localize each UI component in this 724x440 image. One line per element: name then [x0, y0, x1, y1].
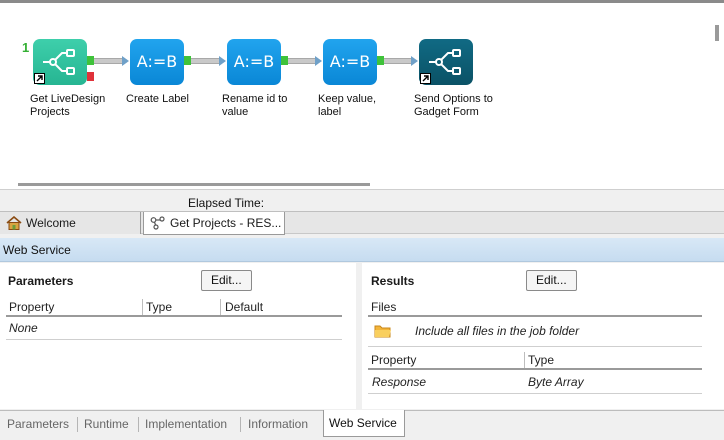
workflow-icon — [150, 216, 165, 230]
node-graph-icon — [43, 49, 75, 75]
parameters-grid-header: Property Type Default — [6, 297, 342, 317]
input-port[interactable] — [122, 56, 129, 66]
output-port[interactable] — [184, 56, 191, 65]
shortcut-arrow-icon — [420, 73, 431, 84]
output-port[interactable] — [87, 56, 94, 65]
node-label: Send Options to Gadget Form — [414, 93, 493, 118]
bottom-tabs: Parameters Runtime Implementation Inform… — [0, 410, 724, 440]
node-label: Keep value, label — [318, 93, 377, 118]
error-port[interactable] — [87, 72, 94, 81]
tab-runtime[interactable]: Runtime — [84, 417, 129, 431]
tab-parameters[interactable]: Parameters — [7, 417, 69, 431]
parameters-panel: Parameters Edit... Property Type Default… — [0, 263, 356, 409]
step-number: 1 — [22, 40, 30, 55]
files-row-label: Include all files in the job folder — [415, 324, 580, 338]
column-header-property[interactable]: Property — [371, 353, 416, 367]
shortcut-arrow-icon — [34, 73, 45, 84]
input-port[interactable] — [411, 56, 418, 66]
parameters-title: Parameters — [8, 274, 74, 288]
table-row-property[interactable]: Response — [372, 375, 426, 389]
results-edit-button[interactable]: Edit... — [526, 270, 577, 291]
output-port[interactable] — [281, 56, 288, 65]
table-row[interactable]: None — [9, 321, 38, 335]
results-panel: Results Edit... Files Include all files … — [362, 263, 724, 409]
table-row-type[interactable]: Byte Array — [528, 375, 584, 389]
results-title: Results — [371, 274, 415, 288]
column-header-type[interactable]: Type — [146, 300, 172, 314]
tab-web-service[interactable]: Web Service — [323, 410, 405, 437]
tab-welcome[interactable]: Welcome — [0, 212, 141, 234]
section-header: Web Service — [0, 238, 724, 262]
tab-information[interactable]: Information — [248, 417, 308, 431]
tab-get-projects[interactable]: Get Projects - RES... — [143, 212, 285, 235]
column-header-default[interactable]: Default — [225, 300, 263, 314]
node-graph-icon — [429, 49, 461, 75]
tab-implementation[interactable]: Implementation — [145, 417, 227, 431]
connector — [191, 58, 219, 64]
node-send-options[interactable] — [419, 39, 473, 85]
output-port[interactable] — [377, 56, 384, 65]
home-icon — [6, 216, 22, 230]
node-rename-id[interactable]: A:=B — [227, 39, 281, 85]
node-keep-value-label[interactable]: A:=B — [323, 39, 377, 85]
horizontal-scrollbar[interactable] — [18, 183, 370, 186]
input-port[interactable] — [315, 56, 322, 66]
connector — [384, 58, 411, 64]
folder-icon — [374, 325, 391, 338]
tab-get-projects-label: Get Projects - RES... — [170, 216, 282, 230]
vertical-scrollbar[interactable] — [715, 25, 719, 41]
workflow-canvas[interactable]: 1 A:=B A:=B A:=B Get LiveDesign Projects… — [0, 0, 724, 190]
document-tabs: Welcome Get Projects - RES... — [0, 211, 724, 235]
column-header-property[interactable]: Property — [9, 300, 54, 314]
input-port[interactable] — [219, 56, 226, 66]
parameters-edit-button[interactable]: Edit... — [201, 270, 252, 291]
node-label: Get LiveDesign Projects — [30, 93, 106, 118]
tab-welcome-label: Welcome — [26, 216, 76, 230]
elapsed-time-label: Elapsed Time: — [188, 196, 265, 210]
connector — [288, 58, 315, 64]
list-item[interactable]: Include all files in the job folder — [374, 324, 694, 342]
column-header-files[interactable]: Files — [371, 300, 396, 314]
node-create-label[interactable]: A:=B — [130, 39, 184, 85]
files-grid-header: Files — [368, 297, 702, 317]
node-get-livedesign-projects[interactable] — [33, 39, 87, 85]
connector — [94, 58, 122, 64]
results-grid-header: Property Type — [368, 350, 702, 370]
node-label: Create Label — [126, 93, 189, 105]
column-header-type[interactable]: Type — [528, 353, 554, 367]
node-label: Rename id to value — [222, 93, 288, 118]
